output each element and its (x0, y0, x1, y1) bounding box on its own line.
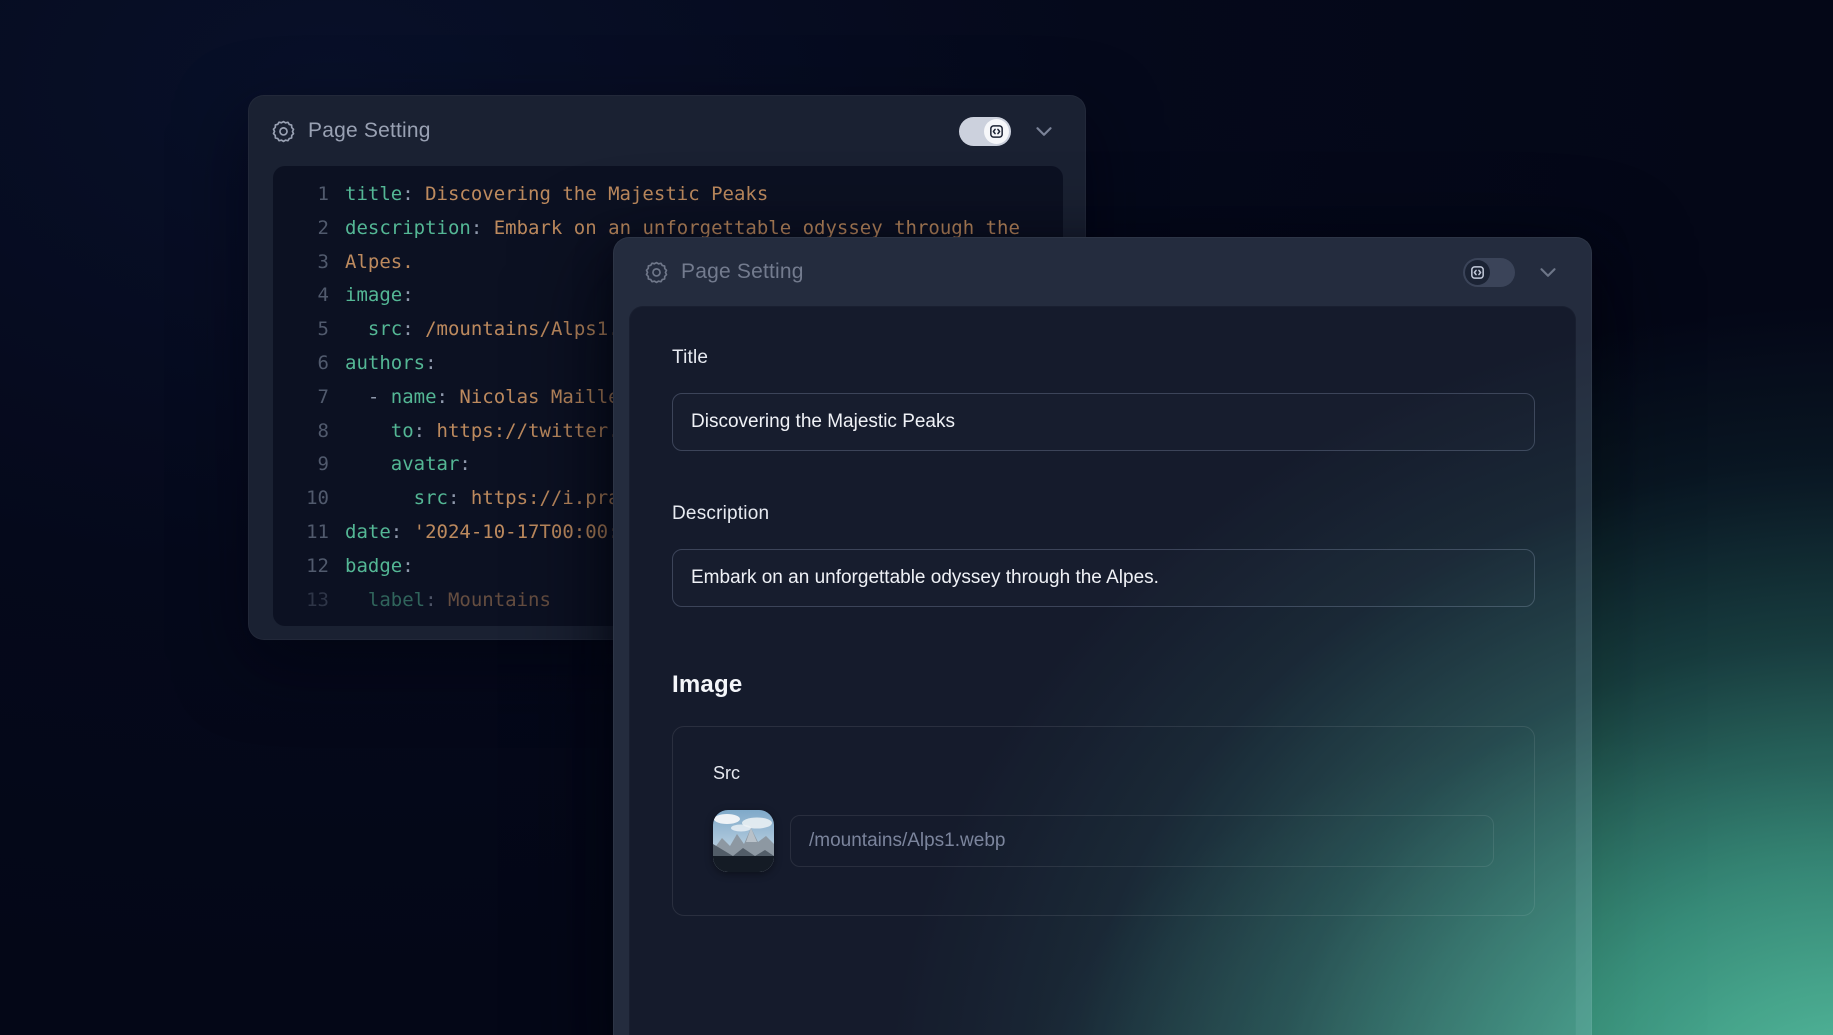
code-line: 1title: Discovering the Majestic Peaks (293, 178, 1063, 212)
line-number: 2 (293, 212, 329, 246)
image-section-heading: Image (672, 671, 1535, 699)
gear-icon (271, 119, 296, 144)
form-panel-header: Page Setting (614, 238, 1591, 306)
code-square-icon (988, 123, 1005, 140)
yaml-key: date (345, 521, 391, 543)
description-label: Description (672, 503, 1535, 525)
panel-title: Page Setting (681, 260, 804, 284)
line-number: 4 (293, 279, 329, 313)
yaml-value: https://twitter.c (425, 420, 631, 442)
title-label: Title (672, 347, 1535, 369)
title-input[interactable] (672, 393, 1535, 451)
mountain-photo-thumbnail (713, 810, 774, 872)
line-number: 5 (293, 313, 329, 347)
yaml-key: image (345, 284, 402, 306)
src-label: Src (713, 763, 1494, 784)
line-number: 9 (293, 448, 329, 482)
yaml-key: src (368, 318, 402, 340)
page-setting-form-panel: Page Setting Title Description Image (613, 237, 1592, 1035)
yaml-key: to (391, 420, 414, 442)
yaml-key: label (368, 589, 425, 611)
page-setting-form: Title Description Image Src (629, 306, 1576, 1035)
yaml-key: title (345, 183, 402, 205)
src-input[interactable] (790, 815, 1494, 867)
toggle-knob (984, 119, 1009, 144)
src-row (713, 810, 1494, 872)
yaml-value: Alpes. (345, 251, 414, 273)
yaml-key: authors (345, 352, 425, 374)
yaml-value: '2024-10-17T00:00:0 (402, 521, 631, 543)
description-input[interactable] (672, 549, 1535, 607)
line-number: 8 (293, 415, 329, 449)
line-number: 1 (293, 178, 329, 212)
yaml-key: description (345, 217, 471, 239)
yaml-value: Embark on an unforgettable odyssey throu… (482, 217, 1020, 239)
code-square-icon (1469, 264, 1486, 281)
line-number: 7 (293, 381, 329, 415)
desktop-background: Page Setting 1title: Discovering the Maj… (0, 0, 1833, 1035)
line-number: 11 (293, 516, 329, 550)
gear-icon (644, 260, 669, 285)
yaml-value: Nicolas Maillet (448, 386, 631, 408)
yaml-key: avatar (391, 453, 460, 475)
code-panel-header: Page Setting (249, 96, 1085, 166)
line-number: 6 (293, 347, 329, 381)
yaml-key: badge (345, 555, 402, 577)
toggle-knob (1465, 260, 1490, 285)
chevron-down-icon[interactable] (1031, 118, 1057, 144)
image-group-card: Src (672, 726, 1535, 916)
code-view-toggle[interactable] (1463, 258, 1515, 287)
code-view-toggle[interactable] (959, 117, 1011, 146)
yaml-value: https://i.prav (459, 487, 631, 509)
yaml-key: name (391, 386, 437, 408)
chevron-down-icon[interactable] (1535, 259, 1561, 285)
panel-title: Page Setting (308, 119, 431, 143)
yaml-key: src (414, 487, 448, 509)
line-number: 13 (293, 584, 329, 618)
line-number: 12 (293, 550, 329, 584)
yaml-value: Mountains (437, 589, 551, 611)
yaml-value: Discovering the Majestic Peaks (414, 183, 769, 205)
yaml-value: /mountains/Alps1.w (414, 318, 631, 340)
line-number: 10 (293, 482, 329, 516)
line-number: 3 (293, 246, 329, 280)
